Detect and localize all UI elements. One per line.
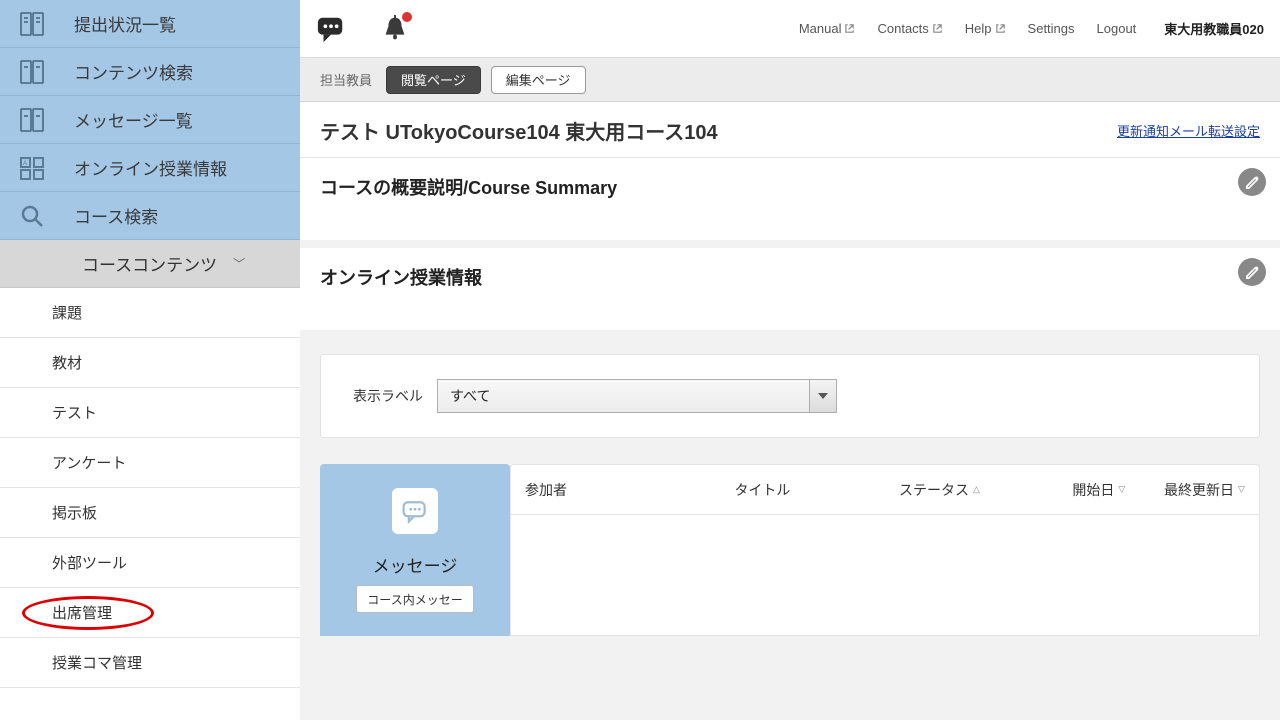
course-message-button[interactable]: コース内メッセー <box>356 585 473 613</box>
table-col-label: ステータス <box>899 480 969 500</box>
topbar-link-label: Settings <box>1028 21 1075 36</box>
sidebar-sub-label: 授業コマ管理 <box>52 652 142 673</box>
filter-box: 表示ラベル すべて <box>320 354 1260 438</box>
section-heading: コースの概要説明/Course Summary <box>320 174 1260 200</box>
sidebar-sub-label: 課題 <box>52 302 82 323</box>
external-link-icon <box>844 23 855 34</box>
chevron-down-icon: ﹀ <box>233 255 245 272</box>
course-title-row: テスト UTokyoCourse104 東大用コース104 更新通知メール転送設… <box>300 102 1280 158</box>
sidebar-item-label: 提出状況一覧 <box>74 11 176 36</box>
course-search-icon <box>18 202 46 230</box>
sidebar-sub-label: テスト <box>52 402 97 423</box>
topbar-link-logout[interactable]: Logout <box>1097 21 1137 36</box>
dropdown-caret-icon[interactable] <box>809 379 837 413</box>
chat-icon[interactable] <box>316 14 346 44</box>
course-title: テスト UTokyoCourse104 東大用コース104 <box>320 116 718 145</box>
notification-bell-icon[interactable] <box>380 14 410 44</box>
sidebar-sub-label: 掲示板 <box>52 502 97 523</box>
sort-icon: △ <box>973 484 980 495</box>
table-col-label: タイトル <box>734 480 790 500</box>
filter-label: 表示ラベル <box>353 386 423 406</box>
sidebar-sub-0[interactable]: 課題 <box>0 288 300 338</box>
table-col-label: 参加者 <box>525 480 567 500</box>
topbar-link-label: Help <box>965 21 992 36</box>
label-select[interactable]: すべて <box>437 379 837 413</box>
table-col-4[interactable]: 最終更新日 ▽ <box>1139 480 1259 500</box>
tab-0[interactable]: 閲覧ページ <box>386 66 481 94</box>
section-1: オンライン授業情報 <box>300 248 1280 330</box>
sidebar-item-2[interactable]: メッセージ一覧 <box>0 96 300 144</box>
role-label: 担当教員 <box>320 70 372 89</box>
topbar-link-manual[interactable]: Manual <box>799 21 856 36</box>
external-link-icon <box>932 23 943 34</box>
sidebar-sub-7[interactable]: 授業コマ管理 <box>0 638 300 688</box>
svg-text:A: A <box>23 161 27 167</box>
sidebar-item-label: オンライン授業情報 <box>74 155 227 180</box>
sidebar-item-1[interactable]: コンテンツ検索 <box>0 48 300 96</box>
mail-settings-link[interactable]: 更新通知メール転送設定 <box>1117 121 1260 140</box>
table-col-2[interactable]: ステータス △ <box>885 480 1020 500</box>
topbar-link-label: Contacts <box>877 21 928 36</box>
sidebar-sub-label: アンケート <box>52 452 126 473</box>
table-col-1[interactable]: タイトル <box>720 480 885 500</box>
section-heading: オンライン授業情報 <box>320 264 1260 290</box>
online-class-icon: A <box>18 154 46 182</box>
message-card: メッセージ コース内メッセー <box>320 464 510 636</box>
topbar-link-settings[interactable]: Settings <box>1028 21 1075 36</box>
sidebar-sub-6[interactable]: 出席管理 <box>0 588 300 638</box>
content-search-icon <box>18 58 46 86</box>
main: Manual Contacts Help Settings Logout 東大用教職員02… <box>300 0 1280 720</box>
topbar-link-label: Manual <box>799 21 842 36</box>
table-col-label: 開始日 <box>1072 480 1114 500</box>
submission-list-icon <box>18 10 46 38</box>
sort-icon: ▽ <box>1118 484 1125 495</box>
sidebar-item-label: コース検索 <box>74 203 158 228</box>
sidebar-item-label: メッセージ一覧 <box>74 107 193 132</box>
label-select-value: すべて <box>437 379 809 413</box>
sidebar-sub-5[interactable]: 外部ツール <box>0 538 300 588</box>
table-col-0[interactable]: 参加者 <box>511 480 720 500</box>
tab-1[interactable]: 編集ページ <box>491 66 586 94</box>
sidebar-section-label: コースコンテンツ <box>82 251 217 276</box>
section-0: コースの概要説明/Course Summary <box>300 158 1280 240</box>
sidebar-item-label: コンテンツ検索 <box>74 59 193 84</box>
sidebar-sub-3[interactable]: アンケート <box>0 438 300 488</box>
sidebar-item-0[interactable]: 提出状況一覧 <box>0 0 300 48</box>
sidebar-item-3[interactable]: A オンライン授業情報 <box>0 144 300 192</box>
table-header-row: 参加者 タイトル ステータス △ 開始日 ▽ 最終更新日 ▽ <box>511 465 1259 515</box>
table-col-3[interactable]: 開始日 ▽ <box>1020 480 1140 500</box>
tab-label: 閲覧ページ <box>401 70 466 89</box>
sidebar-sub-label: 教材 <box>52 352 82 373</box>
subbar: 担当教員 閲覧ページ 編集ページ <box>300 58 1280 102</box>
sidebar-sub-4[interactable]: 掲示板 <box>0 488 300 538</box>
sort-icon: ▽ <box>1238 484 1245 495</box>
notification-dot-icon <box>402 12 412 22</box>
message-card-title: メッセージ <box>373 552 458 577</box>
table-col-label: 最終更新日 <box>1164 480 1234 500</box>
sidebar-section-course-contents[interactable]: コースコンテンツ ﹀ <box>0 240 300 288</box>
sidebar-item-4[interactable]: コース検索 <box>0 192 300 240</box>
message-list-icon <box>18 106 46 134</box>
edit-pencil-icon[interactable] <box>1238 168 1266 196</box>
content-table: 参加者 タイトル ステータス △ 開始日 ▽ 最終更新日 ▽ <box>510 464 1260 636</box>
sidebar-sub-label: 出席管理 <box>52 602 112 623</box>
topbar: Manual Contacts Help Settings Logout 東大用教職員02… <box>300 0 1280 58</box>
topbar-username: 東大用教職員020 <box>1164 19 1264 38</box>
sidebar-sub-label: 外部ツール <box>52 552 127 573</box>
topbar-link-help[interactable]: Help <box>965 21 1006 36</box>
edit-pencil-icon[interactable] <box>1238 258 1266 286</box>
message-card-icon <box>392 488 438 534</box>
sidebar: 提出状況一覧コンテンツ検索メッセージ一覧 A オンライン授業情報コース検索 コースコ… <box>0 0 300 720</box>
topbar-link-label: Logout <box>1097 21 1137 36</box>
sidebar-sub-2[interactable]: テスト <box>0 388 300 438</box>
topbar-link-contacts[interactable]: Contacts <box>877 21 942 36</box>
external-link-icon <box>995 23 1006 34</box>
tab-label: 編集ページ <box>506 70 571 89</box>
sidebar-sub-1[interactable]: 教材 <box>0 338 300 388</box>
